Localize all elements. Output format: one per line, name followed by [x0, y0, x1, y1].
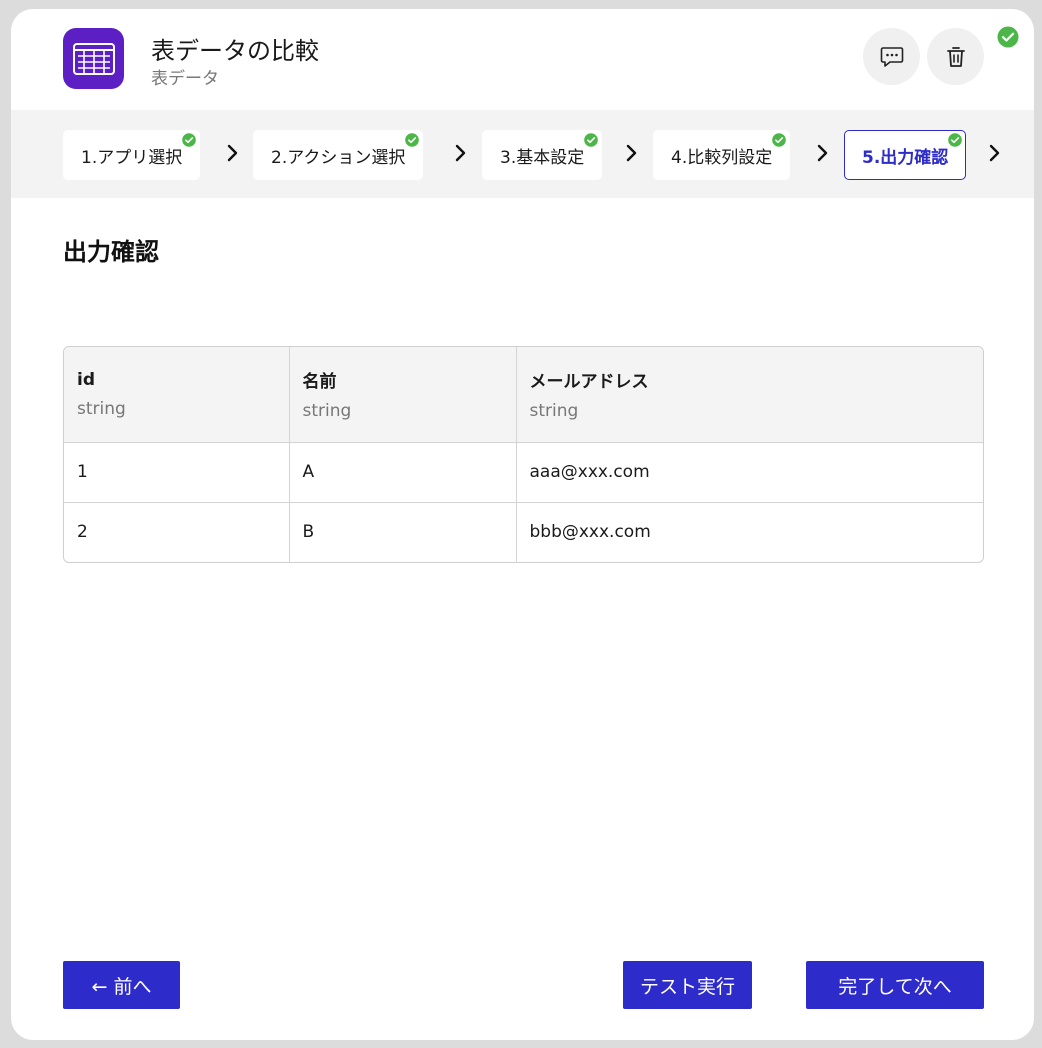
output-table: id string 名前 string メールアドレス string 1 A a…	[63, 346, 984, 563]
trash-icon	[946, 46, 965, 67]
app-title: 表データの比較	[151, 37, 319, 65]
step-compare-columns[interactable]: 4.比較列設定	[653, 130, 791, 180]
chevron-right-icon	[989, 144, 1000, 162]
column-header: メールアドレス string	[515, 347, 983, 442]
step-progress-bar: 1.アプリ選択 2.アクション選択 3.基本設定 4.比較列設定 5.出力確認	[11, 110, 1034, 198]
chevron-right-icon	[817, 144, 828, 162]
check-circle-icon	[405, 133, 420, 147]
step-app-select[interactable]: 1.アプリ選択	[63, 130, 201, 180]
table-cell: 2	[64, 501, 289, 562]
comment-icon	[880, 46, 903, 67]
check-circle-icon	[772, 133, 787, 147]
step-label: 2.アクション選択	[271, 147, 406, 168]
finish-next-button[interactable]: 完了して次へ	[806, 961, 984, 1009]
comment-button[interactable]	[863, 28, 920, 85]
column-type: string	[529, 401, 579, 422]
table-app-icon	[63, 28, 124, 89]
chevron-right-icon	[455, 144, 466, 162]
check-circle-icon	[584, 133, 599, 147]
table-cell: B	[288, 501, 516, 562]
table-cell: bbb@xxx.com	[515, 501, 983, 562]
prev-button[interactable]: ← 前へ	[63, 961, 180, 1009]
step-label: 3.基本設定	[500, 147, 585, 168]
delete-button[interactable]	[927, 28, 984, 85]
table-cell: 1	[64, 441, 289, 502]
step-action-select[interactable]: 2.アクション選択	[253, 130, 424, 180]
table-cell: aaa@xxx.com	[515, 441, 983, 502]
column-type: string	[77, 398, 126, 419]
chevron-right-icon	[227, 144, 238, 162]
table-row: 1 A aaa@xxx.com	[64, 441, 983, 502]
app-subtitle: 表データ	[151, 69, 219, 89]
column-name: メールアドレス	[529, 372, 649, 393]
step-label: 5.出力確認	[862, 147, 949, 168]
step-output-confirm[interactable]: 5.出力確認	[844, 130, 967, 180]
dialog-card: 表データの比較 表データ 1.アプリ選択 2.アクション選択 3.基本設定 4.…	[11, 9, 1034, 1040]
table-header-row: id string 名前 string メールアドレス string	[64, 347, 983, 442]
check-circle-icon	[182, 133, 197, 147]
column-header: 名前 string	[288, 347, 516, 442]
column-header: id string	[64, 347, 289, 442]
check-circle-icon	[997, 26, 1019, 48]
check-circle-icon	[948, 133, 963, 147]
step-label: 4.比較列設定	[671, 147, 773, 168]
step-basic-settings[interactable]: 3.基本設定	[482, 130, 603, 180]
column-type: string	[302, 401, 352, 422]
chevron-right-icon	[626, 144, 637, 162]
header: 表データの比較 表データ	[11, 9, 1034, 110]
table-cell: A	[288, 441, 516, 502]
test-run-button[interactable]: テスト実行	[623, 961, 752, 1009]
section-title: 出力確認	[63, 238, 159, 266]
table-row: 2 B bbb@xxx.com	[64, 501, 983, 562]
column-name: 名前	[302, 372, 337, 393]
column-name: id	[77, 369, 95, 390]
step-label: 1.アプリ選択	[81, 147, 183, 168]
